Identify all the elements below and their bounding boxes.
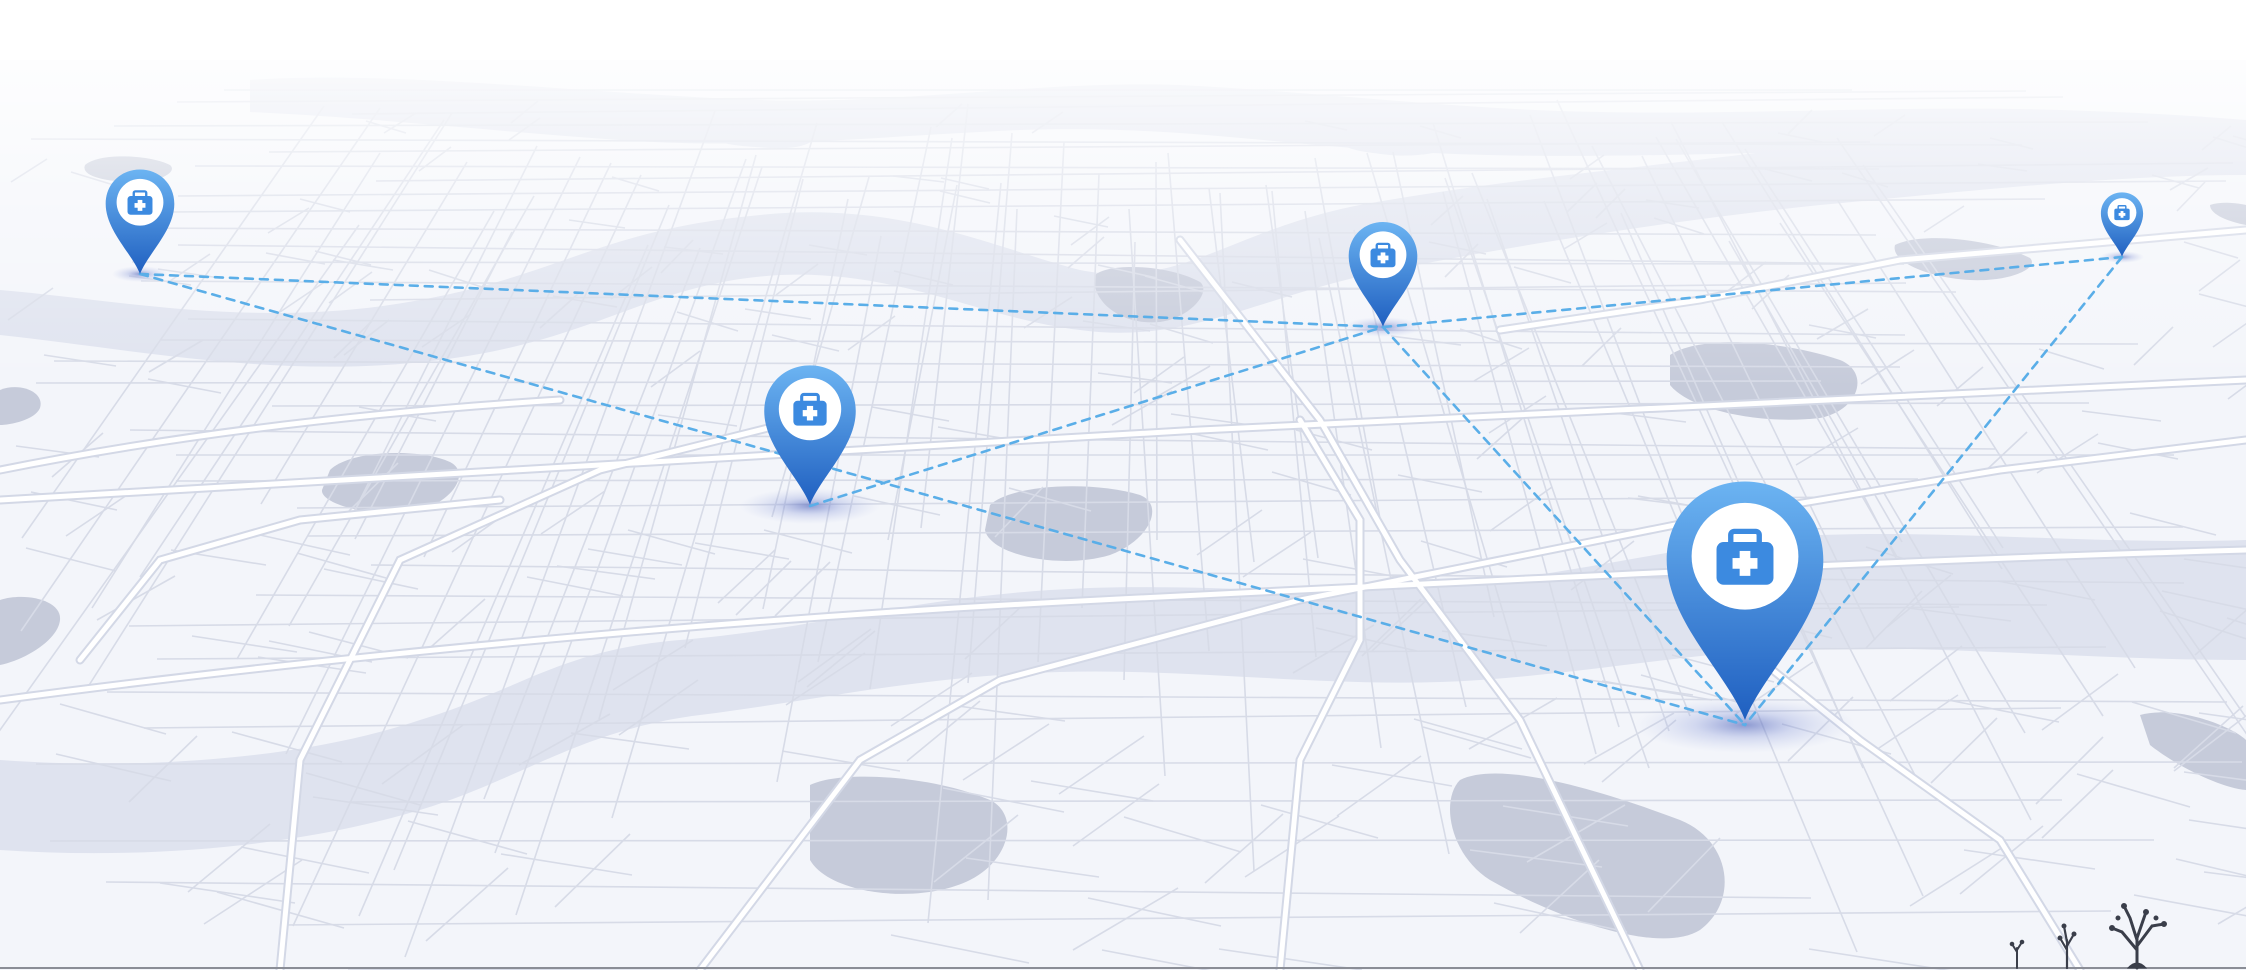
- medical-bag-icon: [2100, 192, 2144, 257]
- horizon-fade: [0, 0, 2246, 970]
- pin-hospital-far-right[interactable]: [2098, 190, 2146, 258]
- medical-bag-icon: [764, 365, 856, 505]
- pin-hospital-far-left[interactable]: [101, 166, 179, 276]
- pin-hospital-main[interactable]: [1656, 472, 1834, 726]
- medical-bag-icon: [105, 169, 175, 275]
- city-map[interactable]: [0, 0, 2246, 970]
- map-canvas: [0, 0, 2246, 970]
- pin-hospital-center-top[interactable]: [1344, 218, 1422, 329]
- pin-hospital-center-left[interactable]: [758, 360, 862, 508]
- medical-bag-icon: [1666, 481, 1824, 721]
- medical-bag-icon: [1348, 222, 1418, 327]
